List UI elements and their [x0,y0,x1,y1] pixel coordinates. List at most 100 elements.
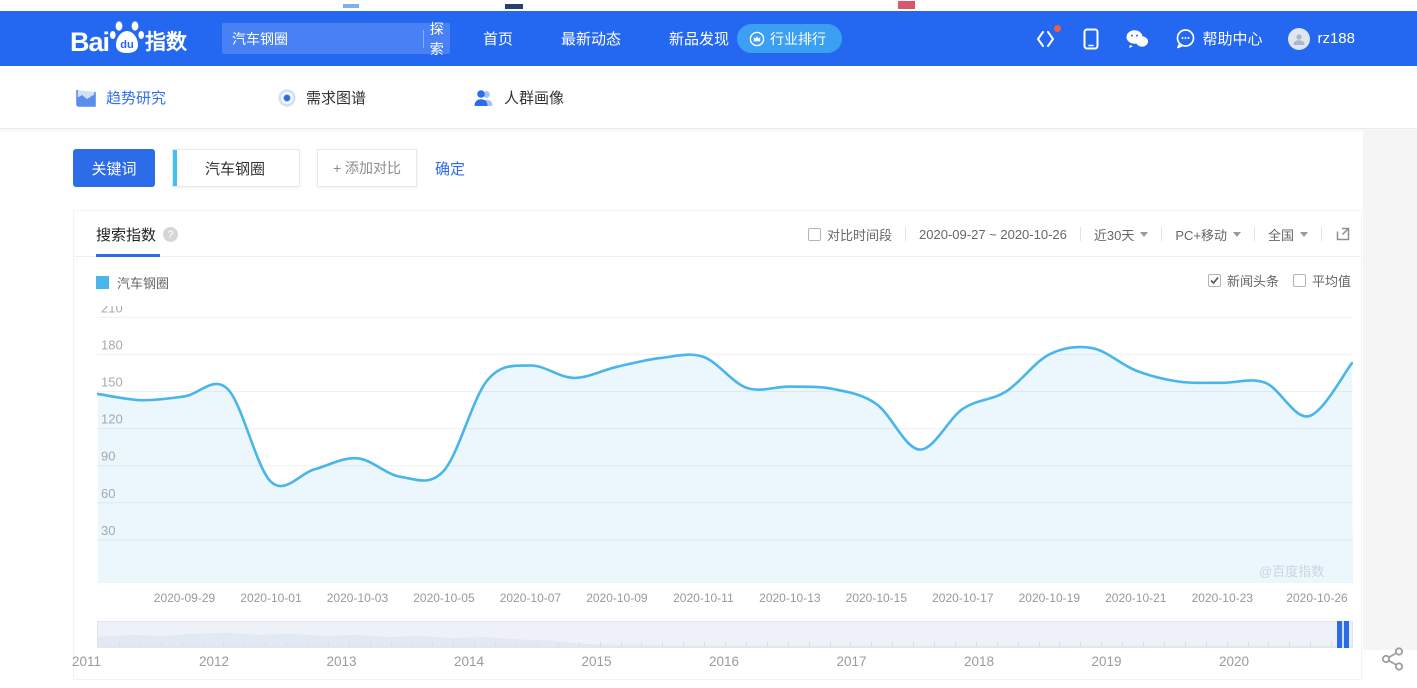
timeline-slider-track[interactable] [97,621,1353,648]
mobile-icon[interactable] [1083,28,1099,50]
region-select-value: 全国 [1268,225,1294,244]
industry-ranking-button[interactable]: 行业排行 [737,24,842,53]
timeline-tick [788,642,789,647]
timeline-tick [1143,642,1144,647]
range-select[interactable]: 近30天 [1094,225,1148,244]
tab-crowd-portrait[interactable]: 人群画像 [473,66,564,129]
timeline-year-label: 2011 [72,654,101,669]
timeline-tick [537,642,538,647]
timeline-year-label: 2018 [964,654,994,669]
people-icon [473,88,495,108]
average-toggle-label: 平均值 [1312,271,1351,290]
help-label: 帮助中心 [1202,28,1262,49]
news-headlines-toggle[interactable]: 新闻头条 [1208,271,1279,290]
ranking-medal-icon [749,31,765,47]
user-account[interactable]: rz188 [1288,28,1355,50]
svg-text:2020-10-07: 2020-10-07 [500,591,562,605]
navbar-search-box: 探索 [222,23,450,54]
export-icon[interactable] [1335,226,1351,242]
timeline-tick [913,642,914,647]
timeline-tick [1248,642,1249,647]
card-header: 搜索指数 ? 对比时间段 2020-09-27 ~ 2020-10-26 近30… [74,211,1361,257]
timeline-year-label: 2016 [709,654,739,669]
keyword-input[interactable] [205,160,293,177]
keyword-chip[interactable] [172,149,300,187]
timeline-tick [704,642,705,647]
nav-link[interactable]: 新品发现 [669,28,729,49]
divider [1161,227,1162,241]
chevron-down-icon [1300,232,1308,237]
average-toggle[interactable]: 平均值 [1293,271,1351,290]
timeline-tick [1039,642,1040,647]
nav-link[interactable]: 首页 [483,28,513,49]
timeline-tick [871,642,872,647]
card-title-wrap: 搜索指数 ? [96,224,178,245]
timeline-tick [328,642,329,647]
timeline-tick [453,642,454,647]
svg-text:2020-09-29: 2020-09-29 [154,591,216,605]
checkbox-icon[interactable] [1293,274,1306,287]
explore-button[interactable]: 探索 [424,19,450,59]
platform-select[interactable]: PC+移动 [1175,225,1241,244]
timeline-tick [997,642,998,647]
svg-text:2020-10-09: 2020-10-09 [586,591,648,605]
search-input[interactable] [222,31,423,47]
series-legend-label: 汽车钢圈 [117,273,169,292]
help-center[interactable]: 帮助中心 [1175,28,1262,49]
timeline-tick [1164,642,1165,647]
timeline-tick [474,642,475,647]
timeline-tick [1059,642,1060,647]
date-range-picker[interactable]: 2020-09-27 ~ 2020-10-26 [919,227,1067,242]
timeline-tick [1101,642,1102,647]
timeline-tick [119,642,120,647]
range-select-value: 近30天 [1094,225,1134,244]
tab-label: 人群画像 [504,87,564,108]
timeline-tick [746,642,747,647]
logo-suffix: 指数 [145,26,187,56]
timeline-tick [1331,642,1332,647]
timeline-tick [662,642,663,647]
avatar [1288,28,1310,50]
svg-text:2020-10-13: 2020-10-13 [759,591,821,605]
timeline-tick [579,642,580,647]
help-question-icon[interactable]: ? [163,227,178,242]
chevron-down-icon [1233,232,1241,237]
timeline-tick [203,642,204,647]
mini-program-icon[interactable] [1035,29,1057,49]
timeline-tick [182,642,183,647]
share-icon[interactable] [1379,645,1407,673]
compare-period-checkbox[interactable]: 对比时间段 [808,225,892,244]
timeline-tick [683,642,684,647]
timeline-tick [621,642,622,647]
timeline-tick [600,642,601,647]
card-title: 搜索指数 [96,224,156,245]
baidu-index-logo[interactable]: Bai du 指数 [70,19,187,58]
confirm-link[interactable]: 确定 [435,158,465,179]
checkbox-icon[interactable] [808,228,821,241]
tab-demand-map[interactable]: 需求图谱 [277,66,366,129]
nav-link[interactable]: 最新动态 [561,28,621,49]
timeline-tick [412,642,413,647]
trend-line-chart[interactable]: 3060901201501802102020-09-292020-10-0120… [97,306,1353,618]
keyword-type-button[interactable]: 关键词 [73,149,155,187]
svg-text:2020-10-05: 2020-10-05 [413,591,475,605]
wechat-icon[interactable] [1125,29,1149,49]
svg-text:2020-10-15: 2020-10-15 [846,591,908,605]
compare-period-label: 对比时间段 [827,225,892,244]
divider [905,227,906,241]
timeline-tick [370,642,371,647]
svg-text:2020-10-19: 2020-10-19 [1019,591,1081,605]
browser-artifact [505,4,523,9]
tab-trend-research[interactable]: 趋势研究 [75,66,166,129]
timeline-tick [1080,642,1081,647]
trend-chart-icon [75,88,97,108]
chevron-down-icon [1140,232,1148,237]
timeline-tick [641,642,642,647]
timeline-tick [140,642,141,647]
checkbox-checked-icon[interactable] [1208,274,1221,287]
slider-handle-right[interactable] [1344,621,1349,648]
add-compare-button[interactable]: + 添加对比 [317,149,417,187]
svg-text:2020-10-17: 2020-10-17 [932,591,994,605]
search-index-card: 搜索指数 ? 对比时间段 2020-09-27 ~ 2020-10-26 近30… [73,210,1362,680]
region-select[interactable]: 全国 [1268,225,1308,244]
